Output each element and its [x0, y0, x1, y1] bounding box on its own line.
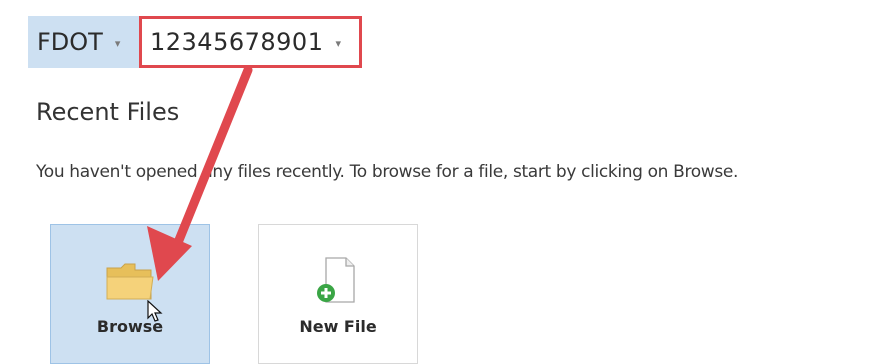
project-value: 12345678901 [150, 28, 324, 56]
organization-value: FDOT [37, 28, 103, 56]
new-file-icon [312, 255, 364, 307]
folder-icon [104, 255, 156, 307]
selector-bar: FDOT ▾ 12345678901 ▾ [28, 16, 362, 68]
new-file-label: New File [299, 317, 377, 336]
organization-dropdown[interactable]: FDOT ▾ [28, 16, 139, 68]
empty-recent-message: You haven't opened any files recently. T… [36, 162, 739, 182]
browse-label: Browse [96, 317, 164, 336]
chevron-down-icon: ▾ [335, 36, 341, 50]
project-dropdown[interactable]: 12345678901 ▾ [139, 16, 362, 68]
recent-files-heading: Recent Files [36, 98, 180, 126]
new-file-button[interactable]: New File [258, 224, 418, 364]
browse-button[interactable]: Browse [50, 224, 210, 364]
chevron-down-icon: ▾ [114, 36, 121, 50]
